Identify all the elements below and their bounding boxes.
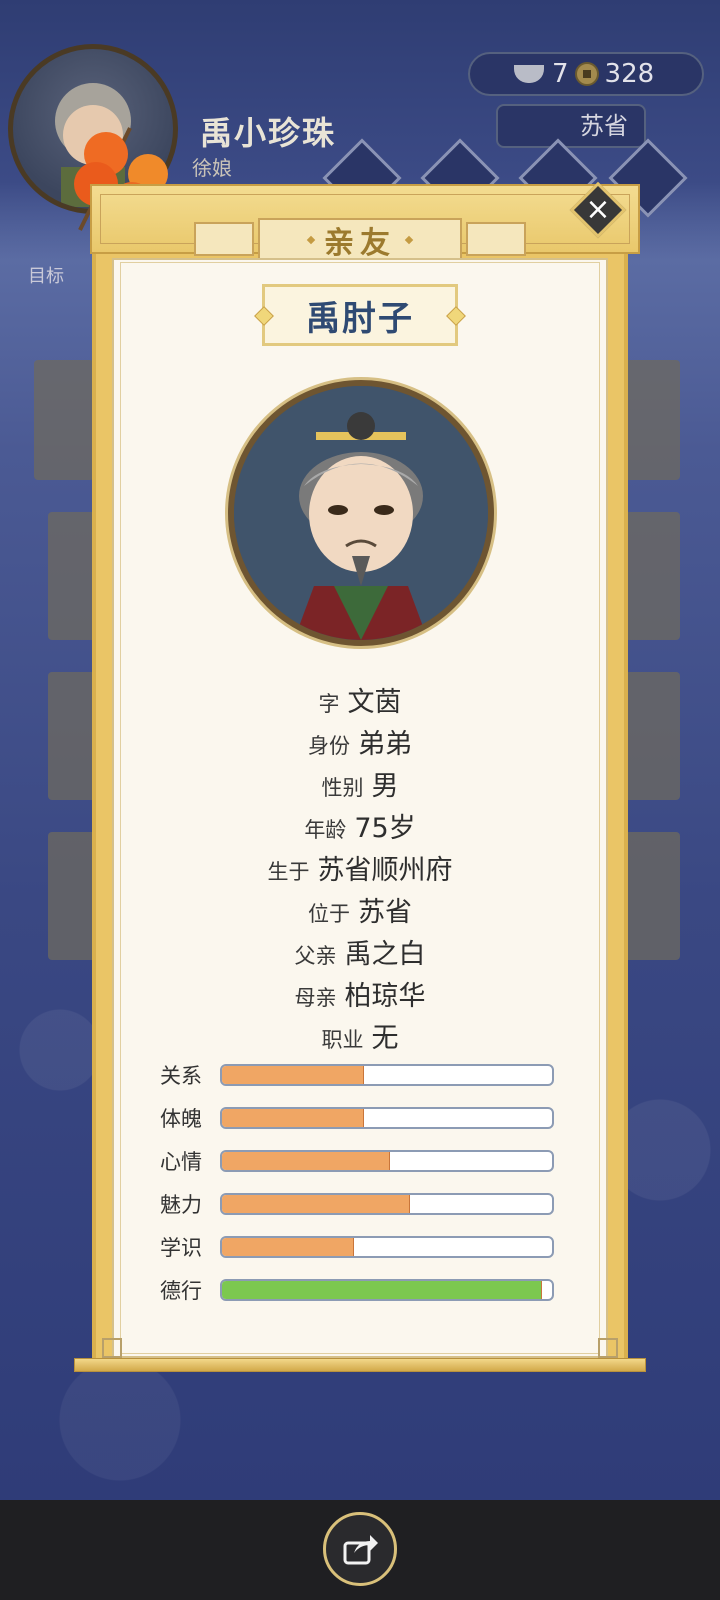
silver-count: 7 [552,59,569,89]
background-card [34,360,94,480]
info-row-mother: 母亲 柏琼华 [120,974,600,1016]
stat-bar-fill [222,1152,391,1170]
close-icon: × [585,192,611,227]
info-row-birthplace: 生于 苏省顺州府 [120,848,600,890]
info-value: 弟弟 [358,729,412,760]
character-name-plate: 禹肘子 [254,284,466,346]
character-name: 禹肘子 [306,298,414,339]
stat-label: 体魄 [160,1107,202,1131]
coin-count: 328 [604,59,655,89]
info-value: 75岁 [354,813,416,844]
info-key: 身份 [308,734,350,758]
info-value: 苏省顺州府 [317,855,453,886]
info-value: 无 [371,1023,399,1054]
stat-label: 学识 [160,1236,202,1260]
info-key: 年龄 [304,818,347,842]
player-title: 徐娘 [192,156,232,180]
info-key: 生于 [267,860,310,884]
stat-bar-fill [222,1238,354,1256]
info-row-gender: 性别男 [120,764,600,806]
location-label: 苏省 [580,112,628,140]
modal-bottom-rod [74,1358,646,1372]
stat-mood: 心情 [160,1146,560,1189]
info-value: 男 [371,771,399,802]
info-row-location: 位于 苏省 [120,890,600,932]
modal-title-plate: 亲友 [258,218,462,262]
stat-bar [220,1064,554,1086]
ornament-dot [404,235,414,245]
banner-plate-right [466,222,526,256]
info-row-courtesy-name: 字文茵 [120,680,600,722]
corner-ornament [598,1338,618,1358]
player-name: 禹小珍珠 [200,114,337,152]
info-row-age: 年龄 75岁 [120,806,600,848]
share-icon [343,1535,378,1565]
stat-bar-fill [222,1109,364,1127]
info-key: 职业 [321,1028,364,1052]
background-card [620,512,680,640]
info-value: 文茵 [347,687,402,718]
corner-ornament [102,1338,122,1358]
background-card [620,672,680,800]
stat-virtue: 德行 [160,1275,560,1318]
info-key: 父亲 [294,944,337,968]
stat-charm: 魅力 [160,1189,560,1232]
info-value: 柏琼华 [344,981,426,1012]
info-key: 母亲 [294,986,337,1010]
goal-button[interactable]: 目标 [28,262,64,288]
stat-label: 德行 [160,1279,202,1303]
stat-physique: 体魄 [160,1103,560,1146]
character-stats: 关系 体魄 心情 魅力 学识 德行 [160,1060,560,1318]
info-key: 性别 [321,776,364,800]
copper-coin-icon [574,62,599,86]
modal-title: 亲友 [324,226,396,261]
character-info-list: 字文茵 身份 弟弟 性别男 年龄 75岁 生于 苏省顺州府 位于 苏省 父亲 禹之白 母亲… [120,680,600,1058]
info-row-identity: 身份 弟弟 [120,722,600,764]
stat-bar-fill [222,1281,543,1299]
location-button[interactable]: 苏省 [496,104,646,148]
share-button[interactable] [323,1512,397,1586]
stat-relationship: 关系 [160,1060,560,1103]
info-key: 位于 [308,902,350,926]
character-portrait [228,380,494,646]
stat-label: 心情 [160,1150,202,1174]
stat-knowledge: 学识 [160,1232,560,1275]
info-row-occupation: 职业无 [120,1016,600,1058]
stat-bar [220,1150,554,1172]
stat-label: 关系 [160,1064,202,1088]
stat-bar [220,1279,554,1301]
ornament-dot [306,235,316,245]
stat-bar-fill [222,1195,411,1213]
silver-ingot-icon [514,65,544,83]
stat-bar [220,1236,554,1258]
stat-bar [220,1193,554,1215]
background-card [620,360,680,480]
info-value: 苏省 [358,897,412,928]
currency-display[interactable]: 7 328 [468,52,704,96]
stat-bar-fill [222,1066,364,1084]
stat-label: 魅力 [160,1193,202,1217]
stat-bar [220,1107,554,1129]
background-card [620,832,680,960]
info-row-father: 父亲 禹之白 [120,932,600,974]
info-value: 禹之白 [344,939,426,970]
info-key: 字 [318,692,340,716]
banner-plate-left [194,222,254,256]
